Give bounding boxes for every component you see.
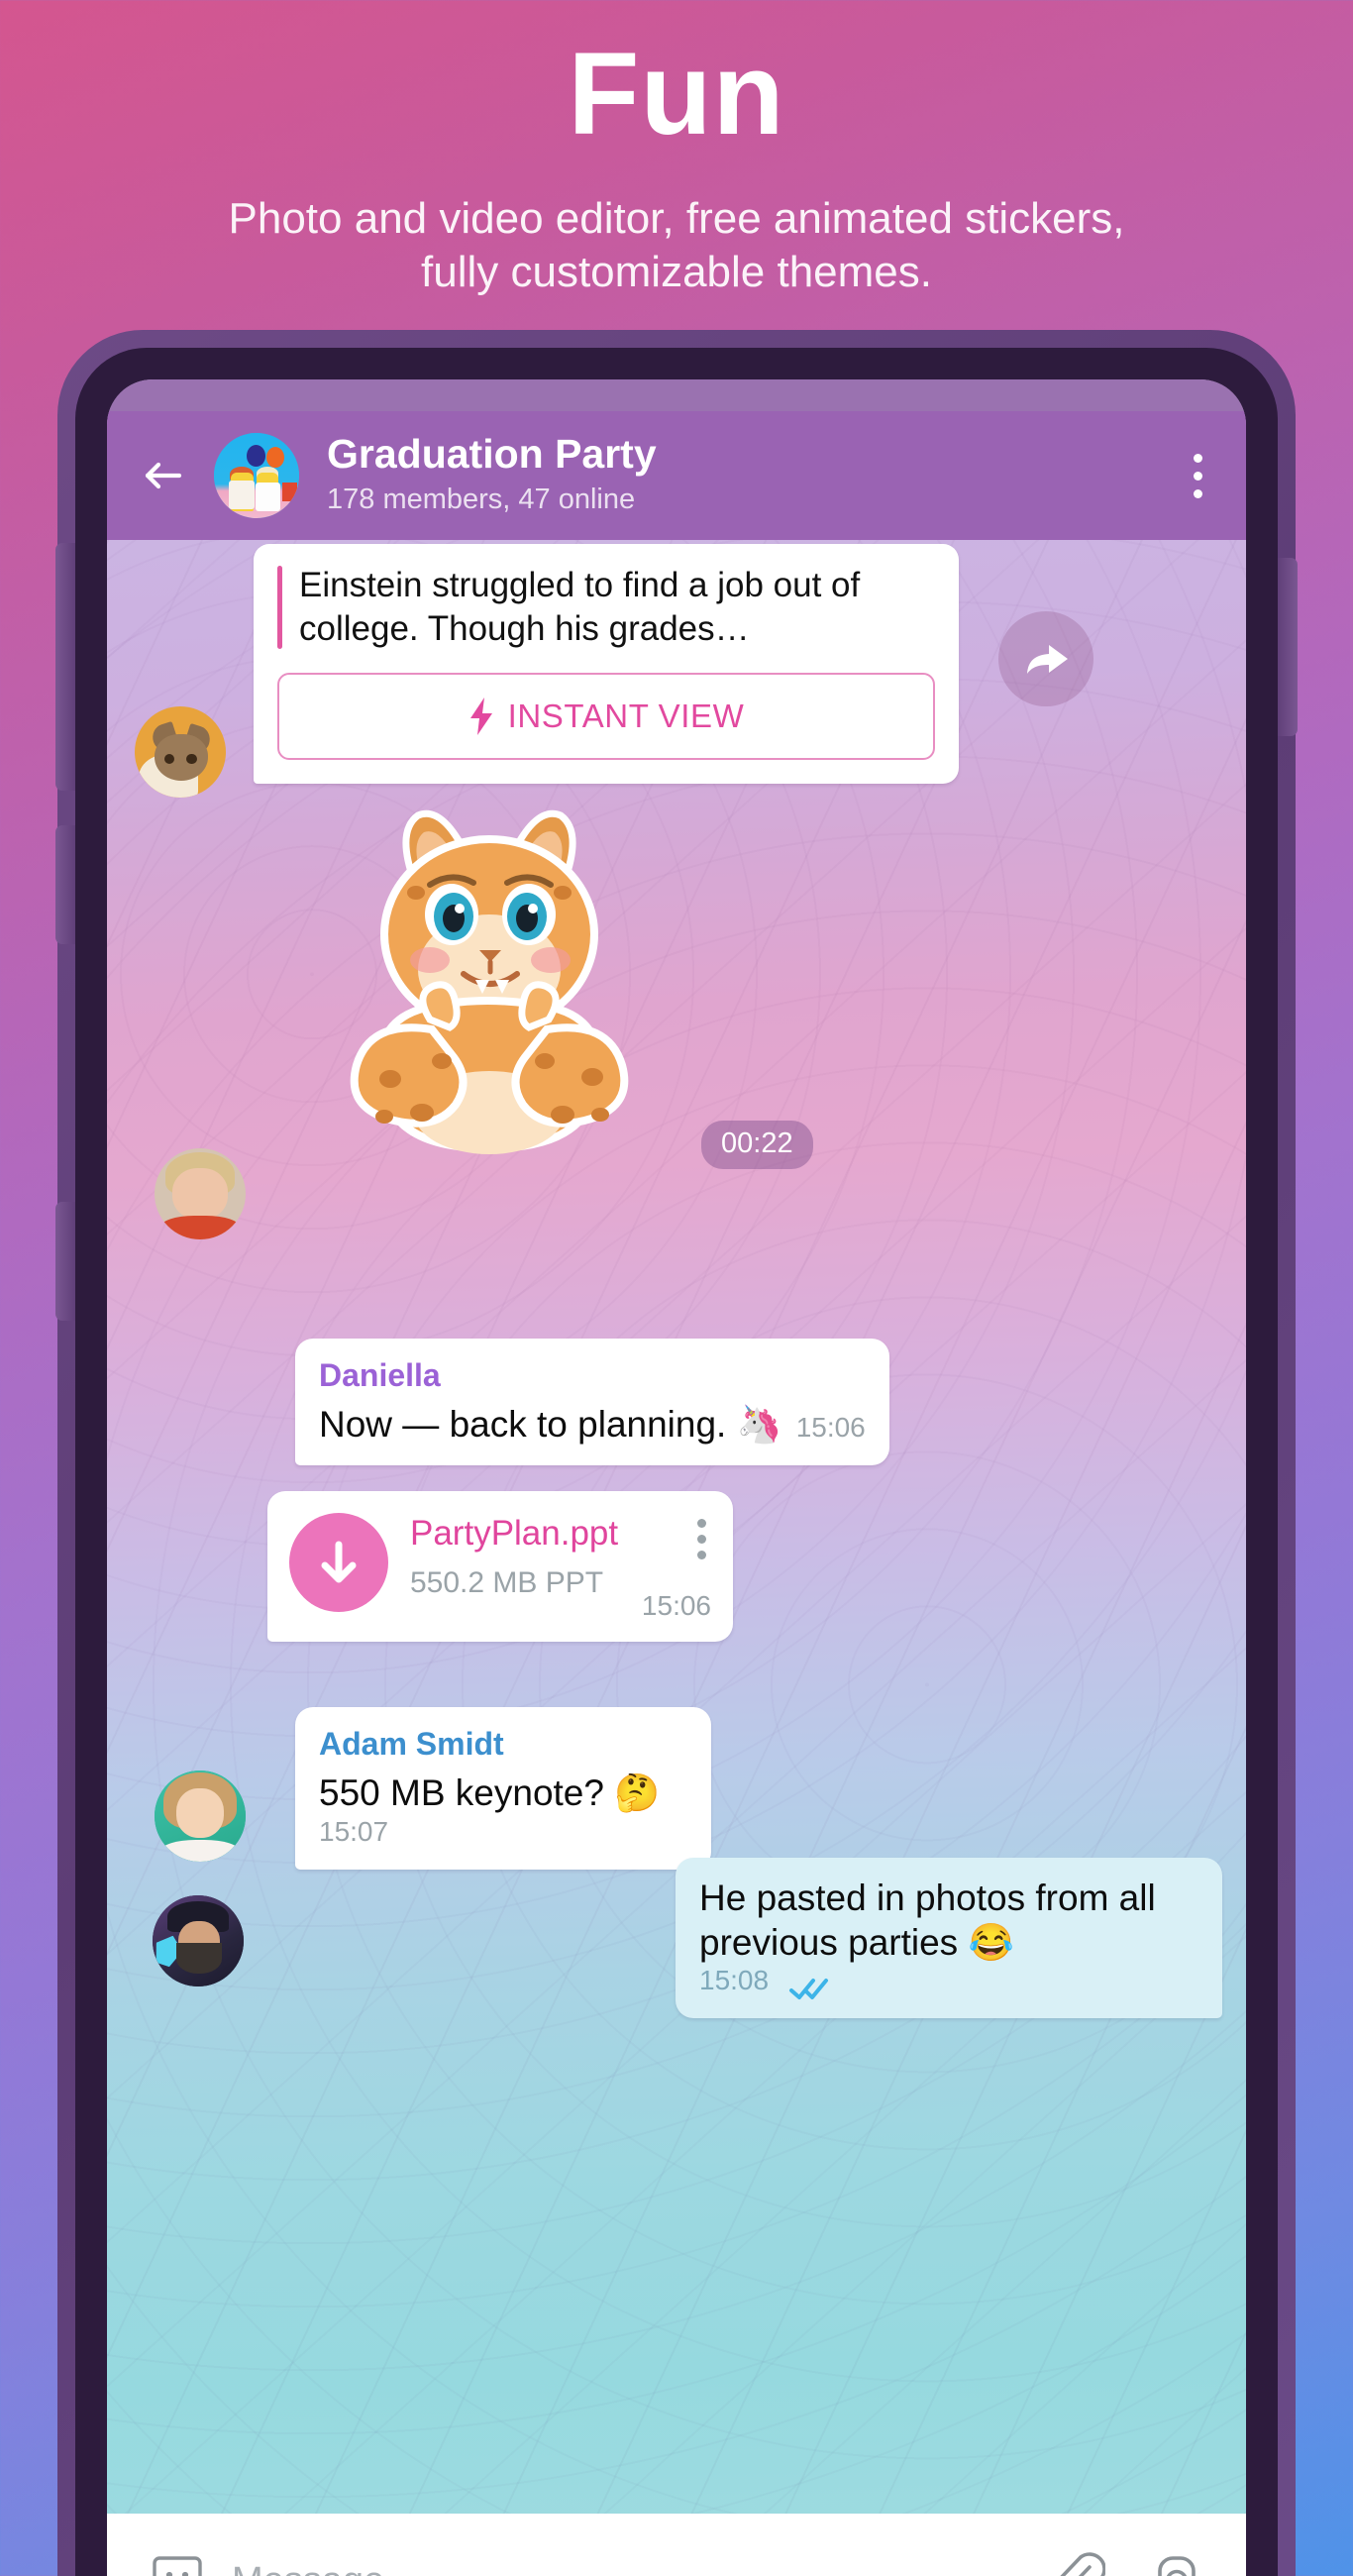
message-timestamp: 15:07 (319, 1815, 389, 1847)
message-bubble-adam[interactable]: Adam Smidt 550 MB keynote? 🤔 15:07 (295, 1707, 711, 1870)
chat-subtitle: 178 members, 47 online (327, 483, 636, 516)
message-timestamp: 15:08 (699, 1965, 770, 1996)
message-composer (107, 2514, 1246, 2576)
message-timestamp: 15:06 (795, 1411, 866, 1443)
file-name[interactable]: PartyPlan.ppt (410, 1513, 687, 1555)
webpage-preview: Einstein struggled to find a job out of … (277, 564, 935, 651)
kebab-dot (697, 1551, 706, 1559)
file-kebab-menu-icon[interactable] (697, 1513, 711, 1559)
chat-header: Graduation Party 178 members, 47 online (107, 411, 1246, 540)
avatar-blond-person[interactable] (155, 1148, 246, 1239)
kebab-dot (1193, 453, 1202, 463)
avatar-girl[interactable] (155, 1771, 246, 1862)
chat-title-block[interactable]: Graduation Party 178 members, 47 online (327, 431, 1175, 519)
forward-button[interactable] (998, 611, 1093, 706)
lightning-bolt-icon (469, 698, 492, 736)
preview-text: Einstein struggled to find a job out of … (299, 566, 861, 649)
message-text: Now — back to planning. 🦄 (319, 1404, 782, 1446)
messages-container: Einstein struggled to find a job out of … (107, 540, 1246, 2514)
arrow-left-icon (145, 462, 182, 489)
paperclip-icon[interactable] (1050, 2551, 1105, 2576)
phone-mockup: Graduation Party 178 members, 47 online (55, 330, 1298, 2576)
instant-view-message[interactable]: Einstein struggled to find a job out of … (254, 544, 959, 785)
message-text: 550 MB keynote? 🤔 (319, 1772, 661, 1814)
phone-screen: Graduation Party 178 members, 47 online (107, 379, 1246, 2576)
message-bubble-outgoing[interactable]: He pasted in photos from all previous pa… (676, 1858, 1222, 2019)
phone-power-button[interactable] (1276, 558, 1298, 736)
chat-message-list[interactable]: Einstein struggled to find a job out of … (107, 540, 1246, 2514)
phone-bezel: Graduation Party 178 members, 47 online (75, 348, 1278, 2576)
message-input[interactable] (232, 2559, 1026, 2576)
message-sender: Daniella (319, 1357, 441, 1393)
message-bubble-daniella[interactable]: Daniella Now — back to planning. 🦄 15:06 (295, 1339, 889, 1465)
message-sender: Adam Smidt (319, 1726, 504, 1762)
kebab-menu-icon[interactable] (1175, 453, 1220, 498)
instant-view-button[interactable]: INSTANT VIEW (277, 673, 935, 761)
smiley-sticker-icon[interactable] (149, 2552, 206, 2576)
double-check-icon (788, 1977, 830, 2000)
download-arrow-icon (321, 1541, 357, 1583)
instant-view-label: INSTANT VIEW (507, 698, 745, 735)
group-avatar-graduation[interactable] (214, 433, 299, 518)
phone-extra-button[interactable] (55, 1202, 77, 1321)
avatar-adam[interactable] (153, 1895, 244, 1986)
phone-volume-button-down[interactable] (55, 825, 77, 944)
sticker-timestamp: 00:22 (701, 1121, 813, 1169)
promo-block: Fun Photo and video editor, free animate… (0, 0, 1353, 298)
download-button[interactable] (289, 1513, 388, 1612)
avatar-cat[interactable] (135, 706, 226, 798)
status-bar (107, 379, 1246, 411)
forward-arrow-icon (1027, 645, 1068, 674)
phone-volume-button-up[interactable] (55, 543, 77, 791)
promo-subtitle: Photo and video editor, free animated st… (228, 194, 1125, 296)
message-text: He pasted in photos from all previous pa… (699, 1878, 1156, 1964)
kebab-dot (1193, 471, 1202, 481)
page-title: Fun (568, 29, 785, 160)
chat-title: Graduation Party (327, 431, 657, 478)
back-button[interactable] (137, 450, 188, 501)
kebab-dot (697, 1519, 706, 1528)
camera-icon[interactable] (1149, 2551, 1204, 2576)
message-bubble-file[interactable]: PartyPlan.ppt 550.2 MB PPT 15:06 (267, 1491, 733, 1642)
kebab-dot (1193, 488, 1202, 498)
sticker-leopard-thumbs-up[interactable] (265, 786, 711, 1202)
kebab-dot (697, 1535, 706, 1544)
